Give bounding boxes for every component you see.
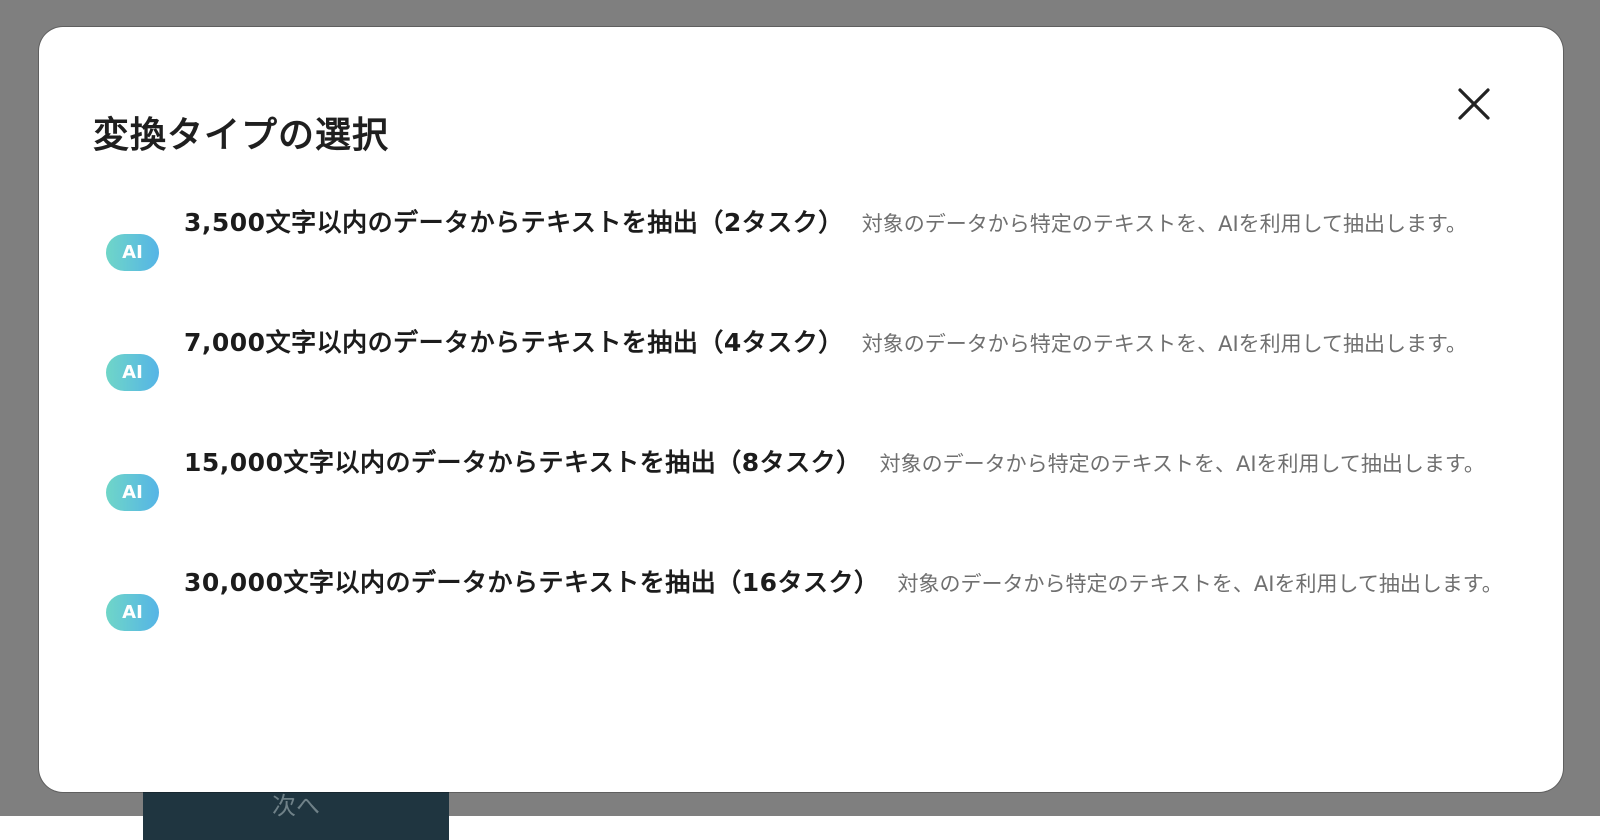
option-label: 30,000文字以内のデータからテキストを抽出（16タスク） <box>184 568 880 597</box>
close-icon <box>1458 88 1490 120</box>
ai-badge: AI <box>106 474 159 511</box>
option-text: 3,500文字以内のデータからテキストを抽出（2タスク） 対象のデータから特定のテ… <box>106 202 1516 247</box>
option-description: 対象のデータから特定のテキストを、AIを利用して抽出します。 <box>879 452 1485 476</box>
option-label: 15,000文字以内のデータからテキストを抽出（8タスク） <box>184 448 862 477</box>
option-text: 7,000文字以内のデータからテキストを抽出（4タスク） 対象のデータから特定のテ… <box>106 322 1516 367</box>
option-description: 対象のデータから特定のテキストを、AIを利用して抽出します。 <box>897 572 1503 596</box>
option-label: 7,000文字以内のデータからテキストを抽出（4タスク） <box>184 328 844 357</box>
option-label: 3,500文字以内のデータからテキストを抽出（2タスク） <box>184 208 844 237</box>
option-text: 30,000文字以内のデータからテキストを抽出（16タスク） 対象のデータから特定… <box>106 562 1516 607</box>
close-button[interactable] <box>1452 82 1496 126</box>
ai-badge: AI <box>106 234 159 271</box>
option-extract-3500[interactable]: AI 3,500文字以内のデータからテキストを抽出（2タスク） 対象のデータから特… <box>106 202 1516 322</box>
option-extract-15000[interactable]: AI 15,000文字以内のデータからテキストを抽出（8タスク） 対象のデータから… <box>106 442 1516 562</box>
option-extract-7000[interactable]: AI 7,000文字以内のデータからテキストを抽出（4タスク） 対象のデータから特… <box>106 322 1516 442</box>
ai-badge: AI <box>106 594 159 631</box>
option-text: 15,000文字以内のデータからテキストを抽出（8タスク） 対象のデータから特定の… <box>106 442 1516 487</box>
option-description: 対象のデータから特定のテキストを、AIを利用して抽出します。 <box>861 212 1467 236</box>
option-list: AI 3,500文字以内のデータからテキストを抽出（2タスク） 対象のデータから特… <box>106 202 1516 682</box>
ai-badge: AI <box>106 354 159 391</box>
option-extract-30000[interactable]: AI 30,000文字以内のデータからテキストを抽出（16タスク） 対象のデータか… <box>106 562 1516 682</box>
conversion-type-modal: 変換タイプの選択 AI 3,500文字以内のデータからテキストを抽出（2タスク）… <box>39 27 1563 792</box>
option-description: 対象のデータから特定のテキストを、AIを利用して抽出します。 <box>861 332 1467 356</box>
modal-title: 変換タイプの選択 <box>93 115 390 156</box>
